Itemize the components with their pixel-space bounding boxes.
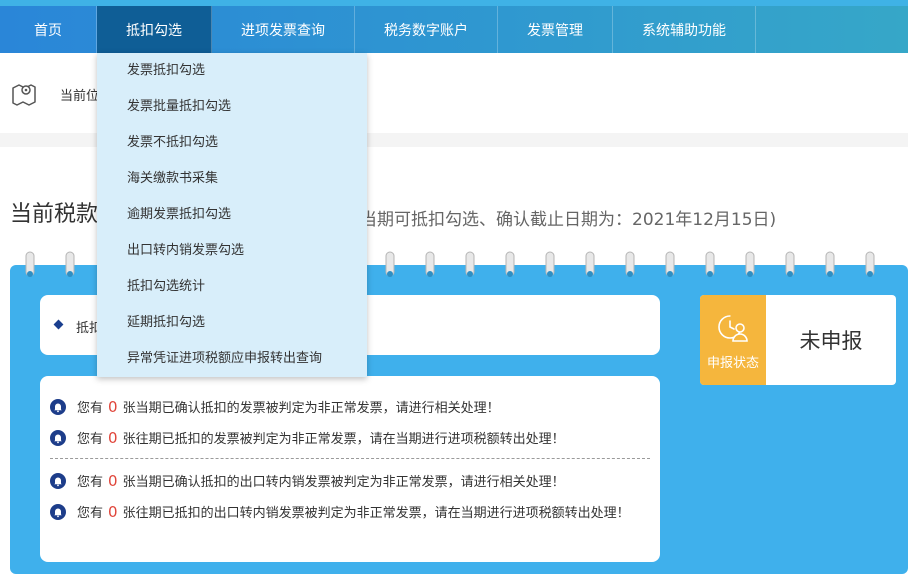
nav-system-aux[interactable]: 系统辅助功能 <box>613 6 756 53</box>
breadcrumb: 当前位 <box>60 89 100 104</box>
nav-label: 发票管理 <box>527 22 583 39</box>
deduction-dropdown-menu: 发票抵扣勾选 发票批量抵扣勾选 发票不抵扣勾选 海关缴款书采集 逾期发票抵扣勾选… <box>97 53 367 377</box>
binder-ring <box>865 251 875 277</box>
notice-count: 0 <box>108 429 118 447</box>
menu-item-overdue-deduction-select[interactable]: 逾期发票抵扣勾选 <box>97 197 367 233</box>
notice-text: 张当期已确认抵扣的发票被判定为非正常发票，请进行相关处理！ <box>122 401 500 416</box>
binder-ring <box>825 251 835 277</box>
status-value: 未申报 <box>799 329 863 353</box>
nav-label: 抵扣勾选 <box>126 22 182 39</box>
notice-text: 张往期已抵扣的出口转内销发票被判定为非正常发票，请在当期进行进项税额转出处理！ <box>122 506 630 521</box>
binder-ring <box>65 251 75 277</box>
menu-item-deduction-statistics[interactable]: 抵扣勾选统计 <box>97 269 367 305</box>
binder-ring <box>585 251 595 277</box>
binder-ring <box>505 251 515 277</box>
bell-icon <box>50 430 66 446</box>
person-clock-icon <box>718 315 748 342</box>
menu-item-abnormal-voucher-query[interactable]: 异常凭证进项税额应申报转出查询 <box>97 341 367 377</box>
binder-ring <box>625 251 635 277</box>
menu-item-batch-deduction-select[interactable]: 发票批量抵扣勾选 <box>97 89 367 125</box>
binder-ring <box>425 251 435 277</box>
binder-ring <box>745 251 755 277</box>
nav-invoice-management[interactable]: 发票管理 <box>498 6 613 53</box>
menu-item-customs-payment-collect[interactable]: 海关缴款书采集 <box>97 161 367 197</box>
status-label: 申报状态 <box>706 356 759 371</box>
notice-item: 您有 0 张往期已抵扣的出口转内销发票被判定为非正常发票，请在当期进行进项税额转出处… <box>50 502 650 524</box>
bell-icon <box>50 399 66 415</box>
notice-item: 您有 0 张当期已确认抵扣的出口转内销发票被判定为非正常发票，请进行相关处理！ <box>50 471 650 493</box>
notice-prefix: 您有 <box>77 506 104 521</box>
menu-item-invoice-deduction-select[interactable]: 发票抵扣勾选 <box>97 53 367 89</box>
menu-item-export-to-domestic-select[interactable]: 出口转内销发票勾选 <box>97 233 367 269</box>
binder-ring <box>385 251 395 277</box>
notice-count: 0 <box>108 398 118 416</box>
bell-icon <box>50 473 66 489</box>
notice-prefix: 您有 <box>77 401 104 416</box>
page-title: 当前税款 <box>10 202 99 227</box>
notice-item: 您有 0 张往期已抵扣的发票被判定为非正常发票，请在当期进行进项税额转出处理！ <box>50 428 650 450</box>
nav-deduction-select[interactable]: 抵扣勾选 <box>97 6 212 53</box>
nav-label: 系统辅助功能 <box>642 22 726 39</box>
notice-prefix: 您有 <box>77 432 104 447</box>
menu-item-deferred-deduction-select[interactable]: 延期抵扣勾选 <box>97 305 367 341</box>
binder-ring <box>545 251 555 277</box>
notice-count: 0 <box>108 503 118 521</box>
diamond-bullet-icon <box>53 319 64 330</box>
dashed-divider <box>50 458 650 459</box>
bell-icon <box>50 504 66 520</box>
deadline-note: 当期可抵扣勾选、确认截止日期为：2021年12月15日) <box>360 210 777 230</box>
notice-prefix: 您有 <box>77 475 104 490</box>
nav-label: 进项发票查询 <box>241 22 325 39</box>
top-nav: 首页 抵扣勾选 进项发票查询 税务数字账户 发票管理 系统辅助功能 <box>0 0 908 53</box>
nav-label: 首页 <box>34 22 62 39</box>
notice-card: 您有 0 张当期已确认抵扣的发票被判定为非正常发票，请进行相关处理！ 您有 0 张往期已… <box>40 376 660 562</box>
binder-ring <box>705 251 715 277</box>
menu-item-non-deduction-select[interactable]: 发票不抵扣勾选 <box>97 125 367 161</box>
binder-ring <box>785 251 795 277</box>
binder-ring <box>665 251 675 277</box>
notice-text: 张往期已抵扣的发票被判定为非正常发票，请在当期进行进项税额转出处理！ <box>122 432 565 447</box>
nav-tax-digital-account[interactable]: 税务数字账户 <box>355 6 498 53</box>
nav-home[interactable]: 首页 <box>0 6 97 53</box>
notice-item: 您有 0 张当期已确认抵扣的发票被判定为非正常发票，请进行相关处理！ <box>50 397 650 419</box>
location-map-icon <box>12 84 36 106</box>
notice-count: 0 <box>108 472 118 490</box>
declaration-status-card: 申报状态 未申报 <box>700 295 896 385</box>
nav-label: 税务数字账户 <box>384 22 468 39</box>
nav-input-invoice-query[interactable]: 进项发票查询 <box>212 6 355 53</box>
notice-text: 张当期已确认抵扣的出口转内销发票被判定为非正常发票，请进行相关处理！ <box>122 475 565 490</box>
status-badge: 申报状态 <box>700 295 766 385</box>
binder-ring <box>465 251 475 277</box>
binder-ring <box>25 251 35 277</box>
